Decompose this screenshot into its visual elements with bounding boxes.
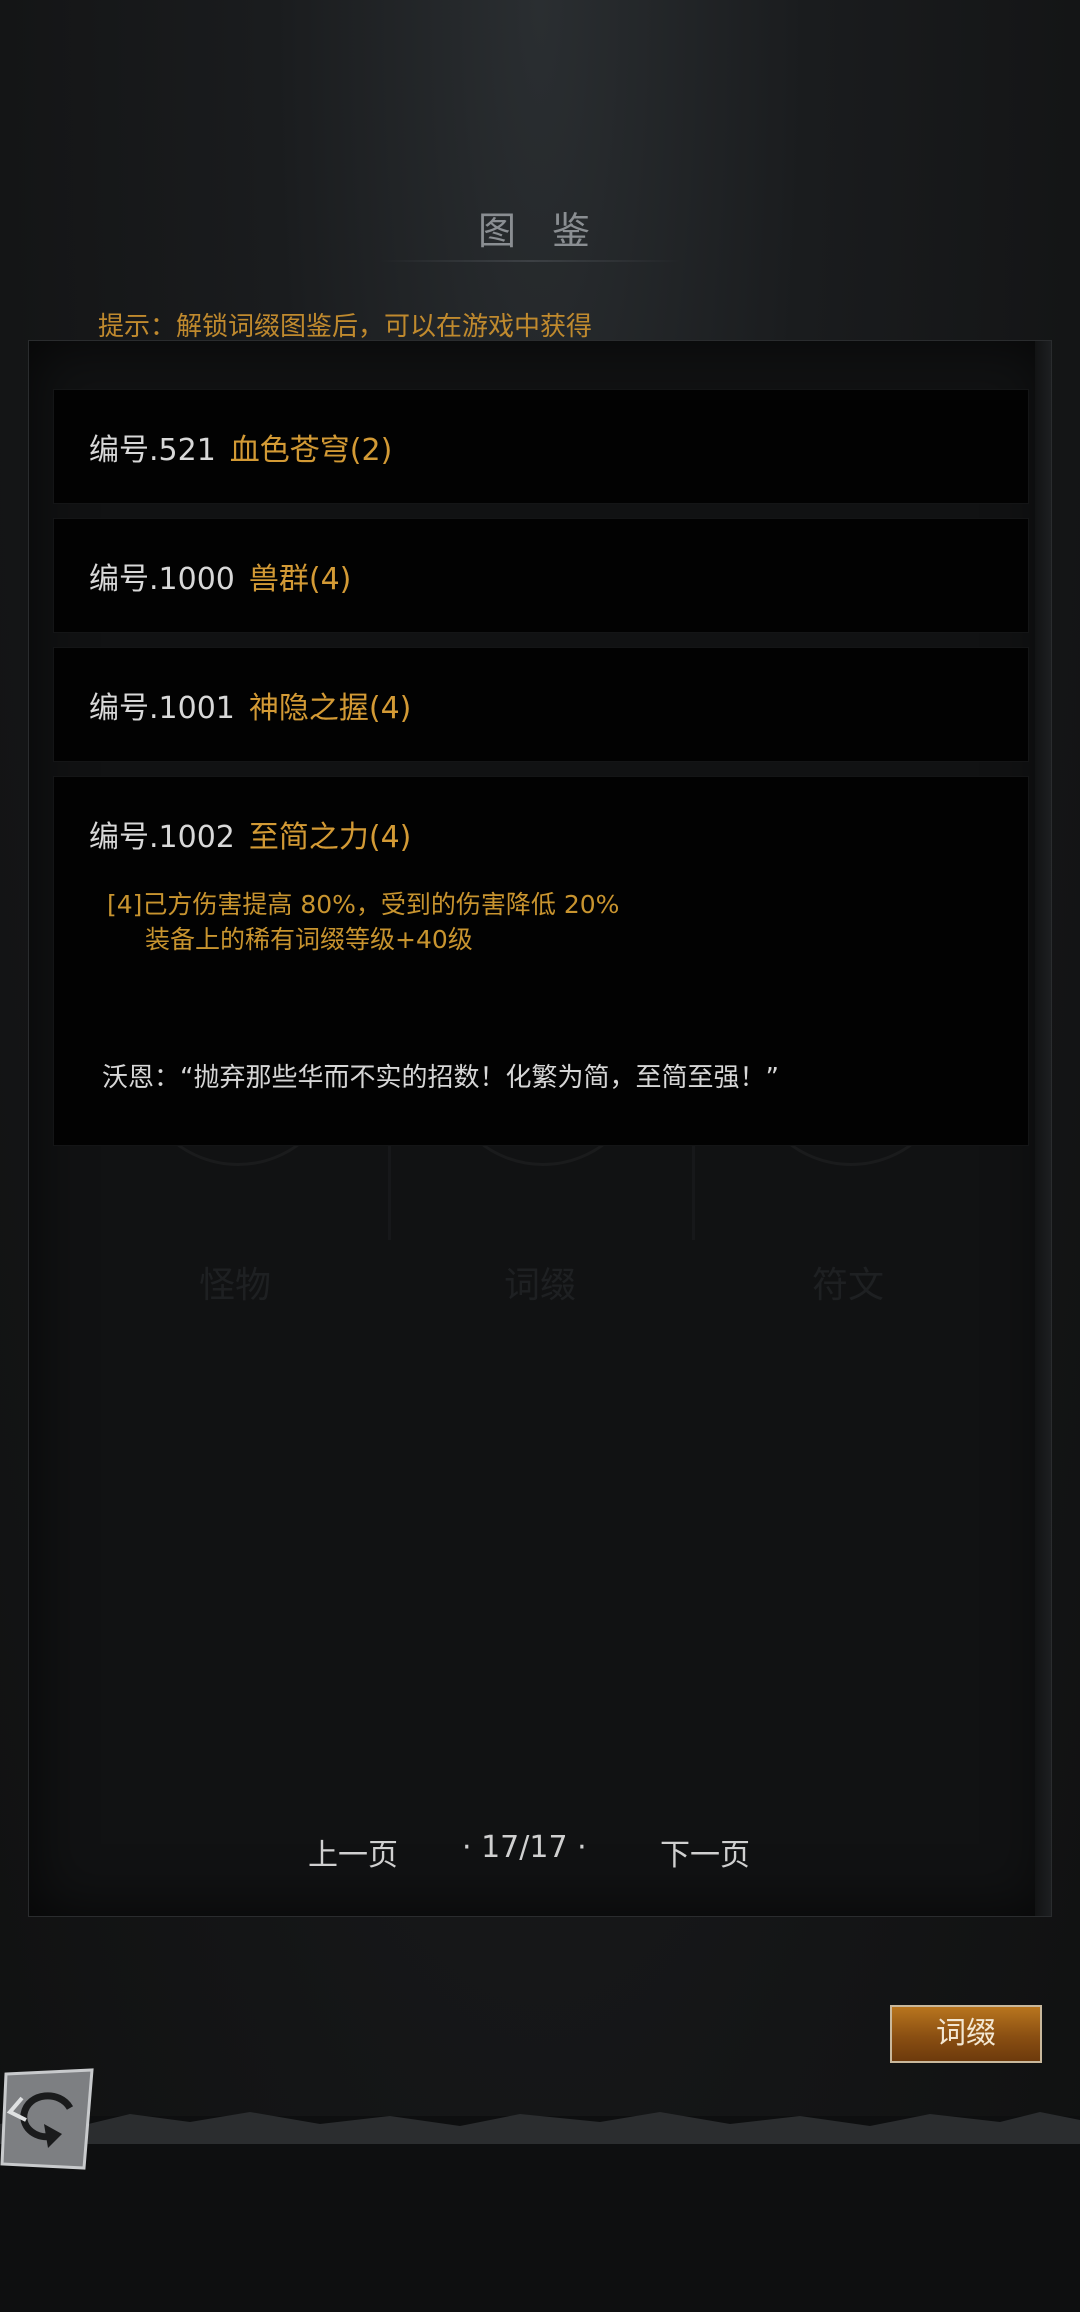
entry-row[interactable]: 编号.1001 神隐之握(4) (53, 647, 1029, 762)
entry-name: 神隐之握(4) (248, 691, 412, 726)
next-page-button[interactable]: 下一页 (660, 1830, 750, 1874)
entry-row[interactable]: 编号.521 血色苍穹(2) (53, 389, 1029, 504)
category-label: 词缀 (503, 1265, 576, 1306)
category-label: 怪物 (198, 1265, 271, 1306)
title-underline (380, 260, 680, 262)
entry-row[interactable]: 编号.1000 兽群(4) (53, 518, 1029, 633)
page-indicator: · 17/17 · (462, 1830, 587, 1865)
entry-number: 编号.1001 (89, 691, 235, 726)
hint-text: 提示：解锁词缀图鉴后，可以在游戏中获得 (98, 312, 593, 342)
panel-edge (1035, 341, 1051, 1916)
page-title: 图 鉴 (477, 209, 603, 253)
torn-edge-decoration (0, 2112, 1080, 2144)
entry-line: 编号.1001 神隐之握(4) (89, 683, 411, 727)
effect-text: 装备上的稀有词缀等级+40级 (145, 925, 473, 954)
entry-number: 编号.1000 (89, 562, 235, 597)
torn-bottom-edge (0, 2112, 1080, 2312)
prev-page-button[interactable]: 上一页 (308, 1830, 398, 1874)
entry-row-expanded[interactable]: 编号.1002 至简之力(4) [4]己方伤害提高 80%，受到的伤害降低 20%… (53, 776, 1029, 1146)
entry-name: 至简之力(4) (248, 820, 412, 855)
suffix-button[interactable]: 词缀 (890, 2005, 1042, 2063)
back-arrow-icon (0, 2068, 94, 2170)
category-label: 符文 (811, 1265, 884, 1306)
entry-number: 编号.521 (89, 433, 216, 468)
entry-line: 编号.1000 兽群(4) (89, 554, 351, 598)
entry-name: 兽群(4) (248, 562, 352, 597)
back-button[interactable] (0, 2068, 98, 2172)
entry-number: 编号.1002 (89, 820, 235, 855)
lore-quote: 沃恩：“抛弃那些华而不实的招数！化繁为简，至简至强！” (102, 1063, 779, 1093)
entry-name: 血色苍穹(2) (229, 433, 393, 468)
entry-line: 编号.1002 至简之力(4) (89, 812, 411, 856)
entry-line: 编号.521 血色苍穹(2) (89, 425, 392, 469)
effect-text: [4]己方伤害提高 80%，受到的伤害降低 20% (107, 890, 620, 919)
